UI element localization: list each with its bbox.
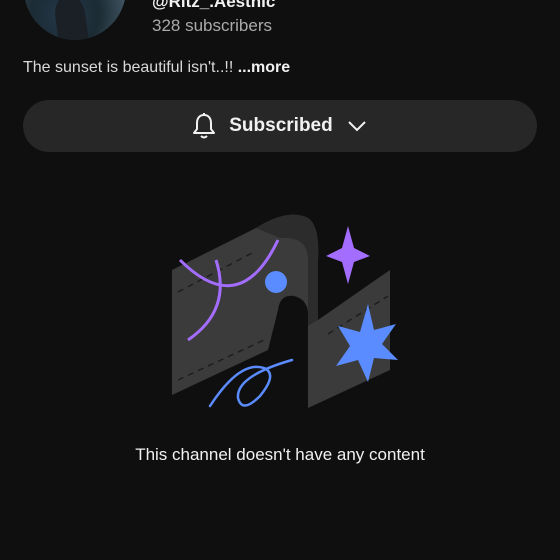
subscriber-count: 328 subscribers (152, 16, 273, 35)
empty-state-message: This channel doesn't have any content (135, 445, 425, 464)
channel-avatar[interactable] (24, 0, 126, 40)
subscribed-button[interactable]: Subscribed (23, 100, 537, 152)
empty-state-illustration (160, 200, 400, 420)
channel-description[interactable]: The sunset is beautiful isn't..!! ...mor… (23, 59, 290, 77)
channel-header: @Ritz_.Aesthic 328 subscribers (0, 0, 560, 60)
bell-icon (191, 112, 217, 140)
channel-handle[interactable]: @Ritz_.Aesthic (152, 0, 275, 12)
description-text: The sunset is beautiful isn't..!! (23, 59, 238, 76)
subscribed-label: Subscribed (229, 115, 333, 136)
chevron-down-icon (345, 114, 369, 138)
more-link[interactable]: ...more (238, 59, 290, 76)
